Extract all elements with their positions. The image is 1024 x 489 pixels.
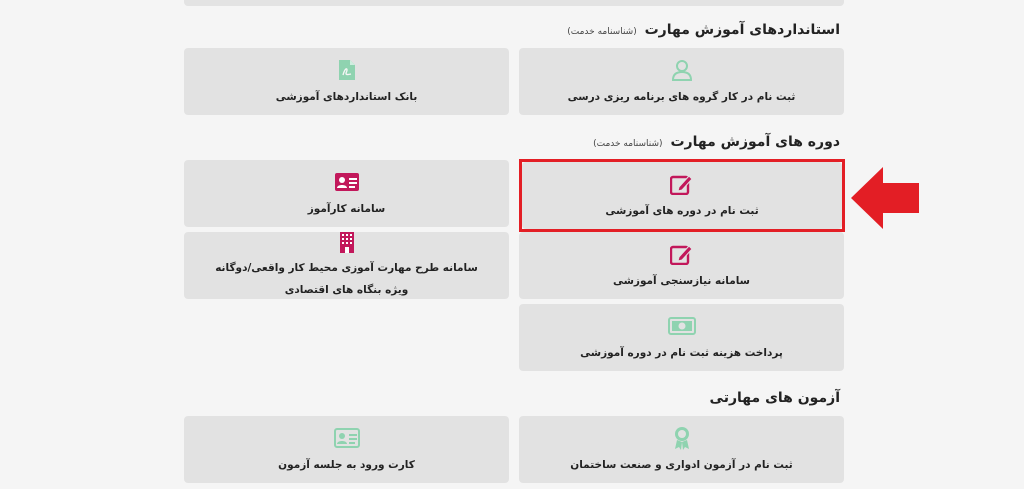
card-label: ثبت نام در کار گروه های برنامه ریزی درسی <box>567 90 796 103</box>
section-title: دوره های آموزش مهارت <box>670 134 840 150</box>
card-label: ثبت نام در آزمون ادواری و صنعت ساختمان <box>570 458 793 471</box>
card-label: سامانه نیازسنجی آموزشی <box>612 274 751 287</box>
needs-assessment-card[interactable]: سامانه نیازسنجی آموزشی <box>519 232 844 299</box>
register-exam-card[interactable]: ثبت نام در آزمون ادواری و صنعت ساختمان <box>519 416 844 483</box>
card-label: سامانه طرح مهارت آموزی محیط کار واقعی/دو… <box>207 257 486 301</box>
standards-bank-card[interactable]: بانک استانداردهای آموزشی <box>184 48 509 115</box>
left-arrow-icon <box>851 167 921 233</box>
section-title: استانداردهای آموزش مهارت <box>644 22 840 38</box>
card-label: پرداخت هزینه ثبت نام در دوره آموزشی <box>580 346 783 359</box>
edit-icon <box>669 241 694 267</box>
money-icon <box>667 313 696 339</box>
badge-icon <box>672 425 692 451</box>
previous-section-bottom <box>184 0 844 6</box>
section-subtitle: (شناسنامه خدمت) <box>567 27 637 37</box>
card-label: بانک استانداردهای آموزشی <box>275 90 418 103</box>
exam-entry-card[interactable]: کارت ورود به جلسه آزمون <box>184 416 509 483</box>
card-label: ثبت نام در دوره های آموزشی <box>605 204 759 217</box>
payment-card[interactable]: پرداخت هزینه ثبت نام در دوره آموزشی <box>519 304 844 371</box>
section-heading-standards: استانداردهای آموزش مهارت (شناسنامه خدمت) <box>567 22 840 38</box>
card-label: کارت ورود به جلسه آزمون <box>278 458 415 471</box>
id-card-icon <box>334 169 360 195</box>
karamooz-system-card[interactable]: سامانه کارآموز <box>184 160 509 227</box>
section-subtitle: (شناسنامه خدمت) <box>593 139 663 149</box>
section-heading-courses: دوره های آموزش مهارت (شناسنامه خدمت) <box>593 134 840 150</box>
pdf-file-icon <box>338 57 356 83</box>
id-card-icon <box>333 425 360 451</box>
card-label-line2: ویژه بنگاه های اقتصادی <box>284 283 409 296</box>
section-title: آزمون های مهارتی <box>709 390 840 406</box>
user-icon <box>671 57 692 83</box>
register-workgroup-card[interactable]: ثبت نام در کار گروه های برنامه ریزی درسی <box>519 48 844 115</box>
section-heading-exams: آزمون های مهارتی <box>710 390 840 406</box>
edit-icon <box>670 171 694 197</box>
workplace-training-card[interactable]: سامانه طرح مهارت آموزی محیط کار واقعی/دو… <box>184 231 509 301</box>
card-label: سامانه کارآموز <box>307 202 386 215</box>
register-courses-card[interactable]: ثبت نام در دوره های آموزشی <box>522 162 842 229</box>
building-icon <box>339 231 355 253</box>
card-label-line1: سامانه طرح مهارت آموزی محیط کار واقعی/دو… <box>215 261 478 274</box>
